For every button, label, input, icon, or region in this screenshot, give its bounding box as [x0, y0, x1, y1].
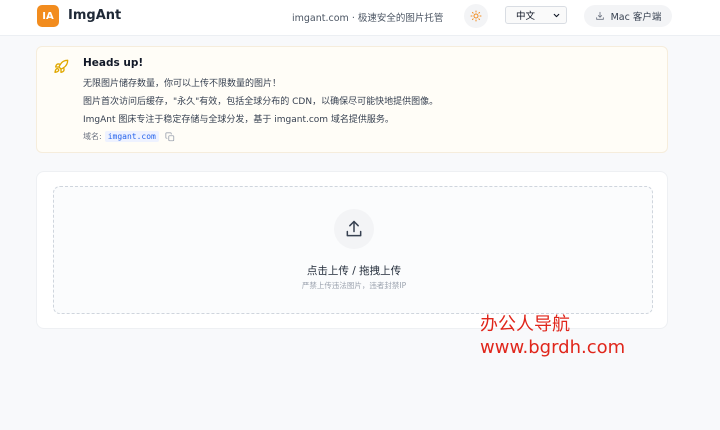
- language-select-value: 中文: [516, 11, 536, 22]
- mac-client-button[interactable]: Mac 客户端: [584, 5, 672, 27]
- alert-title: Heads up!: [83, 57, 144, 69]
- top-header: IA ImgAnt imgant.com · 极速安全的图片托管 中文 Mac …: [0, 0, 720, 36]
- theme-toggle-button[interactable]: [464, 4, 488, 28]
- upload-subtitle: 严禁上传违法图片，违者封禁IP: [301, 281, 407, 290]
- sun-icon: [470, 10, 482, 22]
- chevron-down-icon: [553, 13, 560, 17]
- upload-dropzone[interactable]: 点击上传 / 拖拽上传 严禁上传违法图片，违者封禁IP: [53, 186, 653, 314]
- watermark-text: 办公人导航 www.bgrdh.com: [480, 313, 625, 359]
- alert-line: 无限图片储存数量，你可以上传不限数量的图片！: [83, 79, 282, 89]
- alert-line: 图片首次访问后缓存，"永久"有效，包括全球分布的 CDN，以确保尽可能快地提供图…: [83, 97, 439, 107]
- upload-title: 点击上传 / 拖拽上传: [306, 265, 402, 277]
- domain-label: 域名:: [83, 132, 102, 141]
- domain-row: 域名: imgant.com: [83, 131, 175, 142]
- upload-icon-circle: [334, 209, 374, 249]
- site-tagline: imgant.com · 极速安全的图片托管: [292, 13, 444, 24]
- download-icon: [595, 11, 604, 20]
- info-alert: Heads up! 无限图片储存数量，你可以上传不限数量的图片！ 图片首次访问后…: [36, 46, 668, 153]
- brand-name[interactable]: ImgAnt: [68, 8, 121, 23]
- copy-icon[interactable]: [165, 131, 175, 142]
- watermark-line: 办公人导航: [480, 314, 570, 335]
- domain-value: imgant.com: [104, 131, 159, 142]
- app-logo[interactable]: IA: [37, 5, 59, 27]
- watermark-line: www.bgrdh.com: [480, 337, 626, 358]
- rocket-icon: [54, 59, 69, 73]
- alert-line: ImgAnt 图床专注于稳定存储与全球分发，基于 imgant.com 域名提供…: [83, 115, 394, 125]
- upload-card: 点击上传 / 拖拽上传 严禁上传违法图片，违者封禁IP: [36, 171, 668, 329]
- language-select[interactable]: 中文: [505, 6, 567, 24]
- upload-icon: [346, 220, 362, 237]
- mac-client-label: Mac 客户端: [610, 12, 662, 23]
